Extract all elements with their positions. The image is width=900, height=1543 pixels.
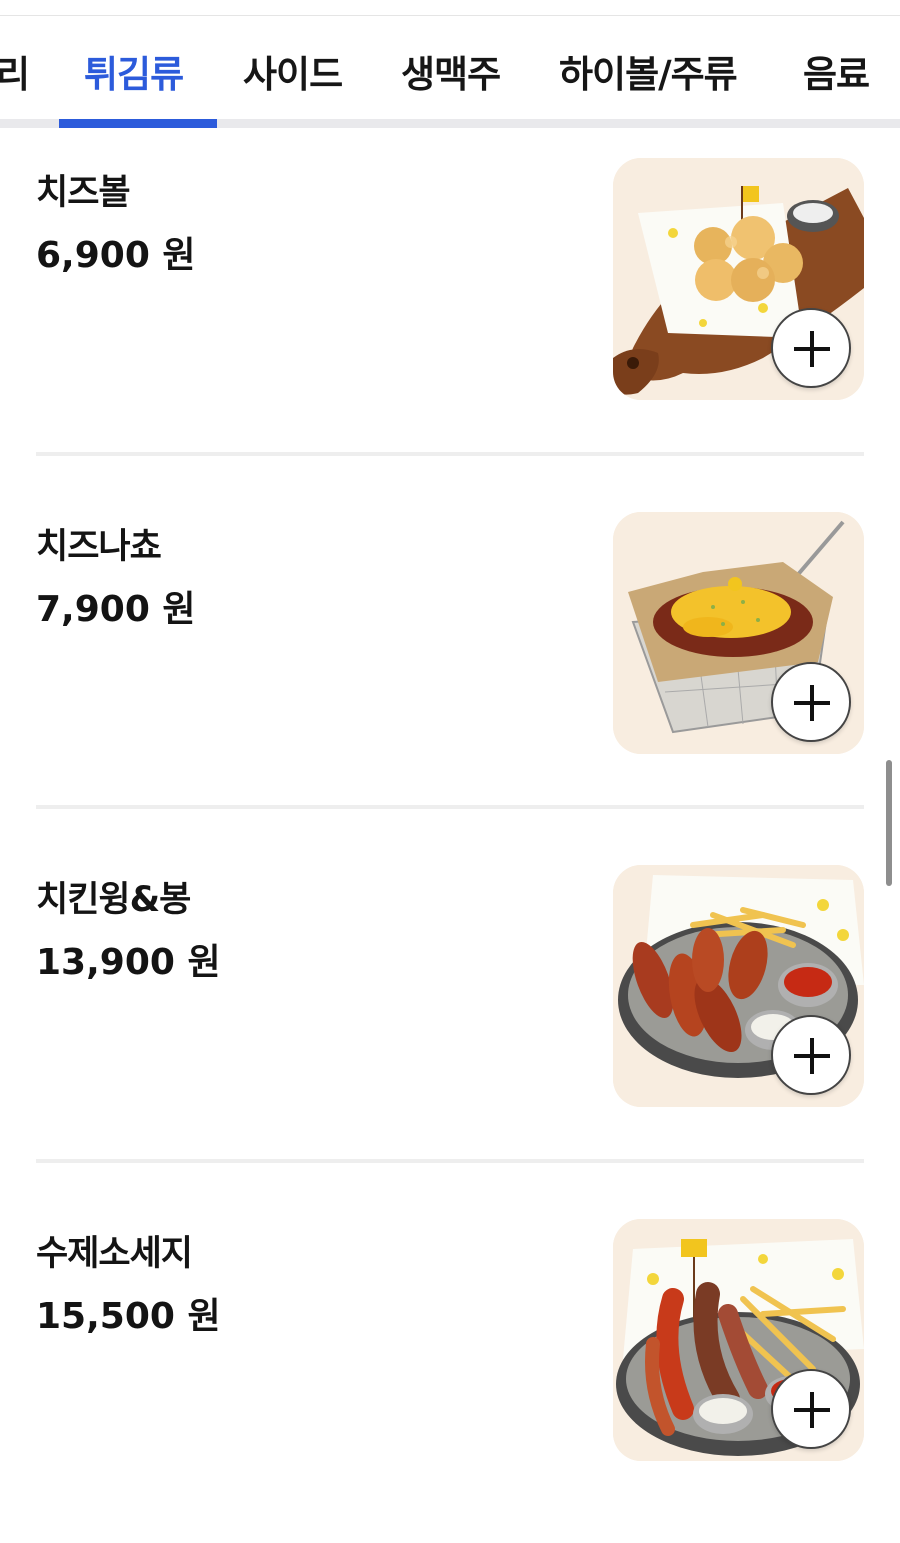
item-price: 6,900 원 [36,235,196,276]
tab-side[interactable]: 사이드 [243,44,343,98]
item-name: 치즈볼 [36,173,131,213]
menu-item-handmade-sausage[interactable]: 수제소세지 15,500 원 [0,1189,900,1543]
category-tabs: 리 튀김류 사이드 생맥주 하이볼/주류 음료 [0,16,900,128]
chicken-wings-photo[interactable] [613,865,864,1107]
cheese-nachos-photo[interactable] [613,512,864,754]
top-edge [0,0,900,16]
item-name: 수제소세지 [36,1234,193,1274]
tab-drinks[interactable]: 음료 [803,44,870,98]
add-to-cart-button[interactable] [771,662,851,742]
add-to-cart-button[interactable] [771,1015,851,1095]
divider [36,805,864,809]
menu-item-cheese-ball[interactable]: 치즈볼 6,900 원 [0,128,900,482]
item-price: 7,900 원 [36,589,196,630]
tab-draft-beer[interactable]: 생맥주 [401,44,501,98]
menu-item-chicken-wings[interactable]: 치킨윙&봉 13,900 원 [0,835,900,1189]
divider [36,1159,864,1163]
tab-highball-liquor[interactable]: 하이볼/주류 [559,44,738,98]
handmade-sausage-photo[interactable] [613,1219,864,1461]
item-price: 13,900 원 [36,942,221,983]
menu-item-cheese-nachos[interactable]: 치즈나쵸 7,900 원 [0,482,900,836]
tab-partial[interactable]: 리 [0,44,30,98]
active-tab-indicator [59,119,217,128]
tab-fried[interactable]: 튀김류 [84,44,184,98]
add-to-cart-button[interactable] [771,1369,851,1449]
item-price: 15,500 원 [36,1296,221,1337]
add-to-cart-button[interactable] [771,308,851,388]
cheese-ball-photo[interactable] [613,158,864,400]
scrollbar[interactable] [886,760,892,886]
item-name: 치즈나쵸 [36,527,162,567]
divider [36,452,864,456]
item-name: 치킨윙&봉 [36,880,191,920]
